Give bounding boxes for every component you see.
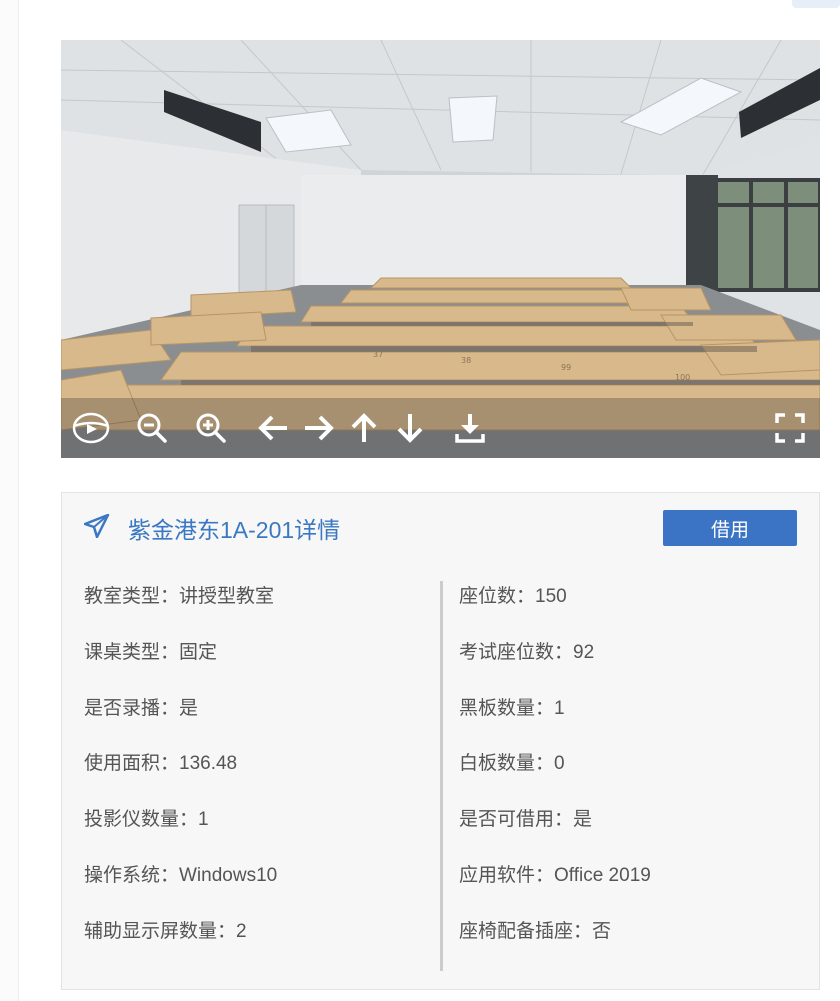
detail-area: 使用面积：136.48 bbox=[84, 753, 238, 775]
detail-os: 操作系统：Windows10 bbox=[84, 864, 278, 886]
detail-aux-screens: 辅助显示屏数量：2 bbox=[84, 920, 247, 942]
detail-whiteboards: 白板数量：0 bbox=[459, 753, 565, 775]
zoom-in-icon[interactable] bbox=[191, 408, 231, 448]
seat-label: 100 bbox=[675, 373, 690, 382]
detail-desk-type: 课桌类型：固定 bbox=[84, 641, 218, 663]
detail-software: 应用软件：Office 2019 bbox=[459, 864, 651, 886]
detail-blackboards: 黑板数量：1 bbox=[459, 697, 565, 719]
page-title: 紫金港东1A-201详情 bbox=[128, 517, 341, 543]
zoom-out-icon[interactable] bbox=[132, 408, 172, 448]
detail-projector-count: 投影仪数量：1 bbox=[84, 809, 209, 831]
detail-classroom-type: 教室类型：讲授型教室 bbox=[84, 586, 275, 607]
viewer-toolbar bbox=[61, 398, 820, 458]
panorama-viewer[interactable]: 37 38 99 100 bbox=[61, 40, 820, 458]
borrow-button[interactable]: 借用 bbox=[663, 510, 797, 546]
arrow-right-icon[interactable] bbox=[299, 408, 339, 448]
detail-seat-sockets: 座椅配备插座：否 bbox=[459, 920, 612, 942]
card-header: 紫金港东1A-201详情 bbox=[83, 511, 341, 545]
detail-right-column: 座位数：150 考试座位数：92 黑板数量：1 白板数量：0 是否可借用：是 应… bbox=[459, 581, 651, 972]
arrow-up-icon[interactable] bbox=[344, 408, 384, 448]
location-arrow-icon bbox=[83, 513, 110, 543]
detail-seat-count: 座位数：150 bbox=[459, 586, 567, 607]
detail-borrowable: 是否可借用：是 bbox=[459, 809, 593, 831]
detail-recording: 是否录播：是 bbox=[84, 697, 199, 719]
autorotate-icon[interactable] bbox=[71, 408, 111, 448]
seat-label: 37 bbox=[373, 350, 383, 359]
detail-left-column: 教室类型：讲授型教室 课桌类型：固定 是否录播：是 使用面积：136.48 投影… bbox=[84, 581, 277, 972]
detail-exam-seats: 考试座位数：92 bbox=[459, 641, 595, 663]
column-divider bbox=[440, 581, 443, 971]
fullscreen-icon[interactable] bbox=[770, 408, 810, 448]
arrow-left-icon[interactable] bbox=[253, 408, 293, 448]
download-icon[interactable] bbox=[450, 408, 490, 448]
classroom-panorama: 37 38 99 100 bbox=[61, 40, 820, 458]
classroom-detail-card: 紫金港东1A-201详情 借用 教室类型：讲授型教室 课桌类型：固定 是否录播：… bbox=[61, 492, 820, 990]
corner-badge[interactable] bbox=[792, 0, 840, 8]
left-rail bbox=[0, 0, 19, 1001]
seat-label: 38 bbox=[461, 356, 471, 365]
arrow-down-icon[interactable] bbox=[390, 408, 430, 448]
seat-label: 99 bbox=[561, 363, 571, 372]
